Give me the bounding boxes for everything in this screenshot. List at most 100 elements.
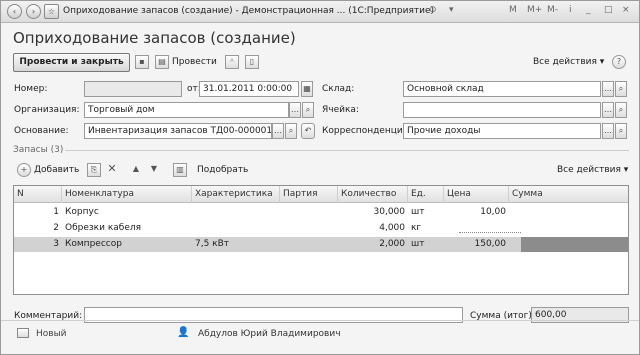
info-icon[interactable]: i (569, 5, 572, 15)
all-actions-menu[interactable]: Все действия ▾ (533, 57, 604, 67)
column-header-sum[interactable]: Сумма (509, 186, 628, 203)
document-window: ‹ › ☆ Оприходование запасов (создание) -… (0, 0, 640, 355)
back-icon[interactable]: ‹ (7, 4, 22, 19)
warehouse-open-icon[interactable]: ⌕ (615, 81, 627, 97)
column-header-price[interactable]: Цена (444, 186, 509, 203)
post-button[interactable]: Провести (172, 57, 217, 67)
memory-m-button[interactable]: M (509, 5, 517, 15)
warehouse-field[interactable]: Основной склад (403, 81, 601, 97)
move-up-icon[interactable]: ▲ (129, 163, 143, 177)
cell-item: Компрессор (65, 239, 122, 249)
window-title: Оприходование запасов (создание) - Демон… (63, 6, 435, 16)
add-icon[interactable]: + (17, 163, 31, 177)
pick-button[interactable]: Подобрать (197, 165, 248, 175)
forward-icon[interactable]: › (26, 4, 41, 19)
movements-icon[interactable]: ᴬ (225, 55, 239, 69)
basis-field[interactable]: Инвентаризация запасов ТД00-000001 (84, 123, 272, 139)
cell-n: 2 (53, 223, 59, 233)
cell-n: 1 (53, 207, 59, 217)
section-divider (65, 150, 629, 151)
column-header-n[interactable]: N (14, 186, 62, 203)
cell-open-icon[interactable]: ⌕ (615, 102, 627, 118)
status-divider (1, 320, 639, 321)
table-row-selected[interactable]: 3 Компрессор 7,5 кВт 2,000 шт 150,00 (14, 237, 628, 252)
cell-price (444, 221, 509, 236)
cell-batch (280, 221, 338, 236)
inventory-table: N Номенклатура Характеристика Партия Кол… (13, 185, 629, 295)
star-icon[interactable]: ☆ (44, 4, 59, 19)
copy-icon[interactable]: ⎘ (87, 163, 101, 177)
page-title: Оприходование запасов (создание) (13, 29, 296, 47)
barcode-icon[interactable]: ▥ (173, 163, 187, 177)
help-icon[interactable]: ? (612, 55, 626, 69)
document-status-icon (17, 328, 29, 338)
save-icon[interactable]: ▪ (135, 55, 149, 69)
cell-select-button[interactable]: … (602, 102, 614, 118)
empty-price-underline (459, 232, 521, 233)
maximize-icon[interactable]: □ (604, 5, 613, 15)
post-and-close-button[interactable]: Провести и закрыть (13, 53, 130, 72)
cell-item: Обрезки кабеля (65, 223, 142, 233)
table-row[interactable]: 2 Обрезки кабеля 4,000 кг (14, 221, 628, 236)
print-icon[interactable]: ▯ (245, 55, 259, 69)
cell-unit: шт (411, 207, 425, 217)
basis-label: Основание: (14, 126, 69, 136)
correspondence-label: Корреспонденция: (322, 126, 412, 136)
cell-unit: кг (411, 223, 422, 233)
add-button[interactable]: Добавить (34, 165, 79, 175)
number-field[interactable] (84, 81, 182, 97)
user-icon: 👤 (177, 327, 190, 338)
fill-by-basis-icon[interactable]: ↶ (301, 123, 315, 139)
cell-price: 150,00 (474, 239, 507, 249)
organization-open-icon[interactable]: ⌕ (302, 102, 314, 118)
column-header-item[interactable]: Номенклатура (62, 186, 192, 203)
date-field[interactable]: 31.01.2011 0:00:00 (199, 81, 299, 97)
table-header: N Номенклатура Характеристика Партия Кол… (14, 186, 628, 203)
author-name: Абдулов Юрий Владимирович (198, 329, 341, 339)
cell-batch (280, 205, 338, 220)
cell-price: 10,00 (480, 207, 506, 217)
cell-characteristic: 7,5 кВт (195, 239, 230, 249)
column-header-qty[interactable]: Количество (338, 186, 408, 203)
cell-qty: 30,000 (373, 207, 406, 217)
cell-sum (509, 221, 628, 236)
correspondence-select-button[interactable]: … (602, 123, 614, 139)
delete-icon[interactable]: ✕ (105, 163, 119, 177)
inventory-section-title: Запасы (3) (13, 145, 64, 155)
warehouse-label: Склад: (322, 84, 355, 94)
correspondence-open-icon[interactable]: ⌕ (615, 123, 627, 139)
active-sum-cell[interactable] (521, 237, 628, 252)
organization-select-button[interactable]: … (289, 102, 301, 118)
basis-select-button[interactable]: … (272, 123, 284, 139)
table-all-actions-menu[interactable]: Все действия ▾ (557, 165, 628, 175)
close-icon[interactable]: × (622, 5, 630, 15)
history-icon[interactable]: ⊙ (429, 5, 437, 15)
warehouse-select-button[interactable]: … (602, 81, 614, 97)
minimize-icon[interactable]: _ (586, 5, 591, 15)
cell-unit: шт (411, 239, 425, 249)
correspondence-field[interactable]: Прочие доходы (403, 123, 601, 139)
column-header-unit[interactable]: Ед. (408, 186, 444, 203)
column-header-characteristic[interactable]: Характеристика (192, 186, 280, 203)
basis-open-icon[interactable]: ⌕ (285, 123, 297, 139)
table-row[interactable]: 1 Корпус 30,000 шт 10,00 (14, 205, 628, 220)
cell-characteristic (192, 205, 280, 220)
calendar-icon[interactable]: ▦ (301, 81, 313, 97)
cell-qty: 4,000 (379, 223, 405, 233)
document-status: Новый (36, 329, 67, 339)
window-menu-icon[interactable]: ▾ (449, 5, 454, 15)
organization-label: Организация: (14, 105, 80, 115)
cell-field[interactable] (403, 102, 601, 118)
cell-label: Ячейка: (322, 105, 359, 115)
memory-minus-button[interactable]: M- (547, 5, 558, 15)
organization-field[interactable]: Торговый дом (84, 102, 289, 118)
column-header-batch[interactable]: Партия (280, 186, 338, 203)
cell-qty: 2,000 (379, 239, 405, 249)
cell-sum (509, 205, 628, 220)
cell-batch (280, 237, 338, 252)
memory-plus-button[interactable]: M+ (527, 5, 542, 15)
post-icon[interactable]: ▤ (155, 55, 169, 69)
cell-n: 3 (53, 239, 59, 249)
cell-characteristic (192, 221, 280, 236)
move-down-icon[interactable]: ▼ (147, 163, 161, 177)
